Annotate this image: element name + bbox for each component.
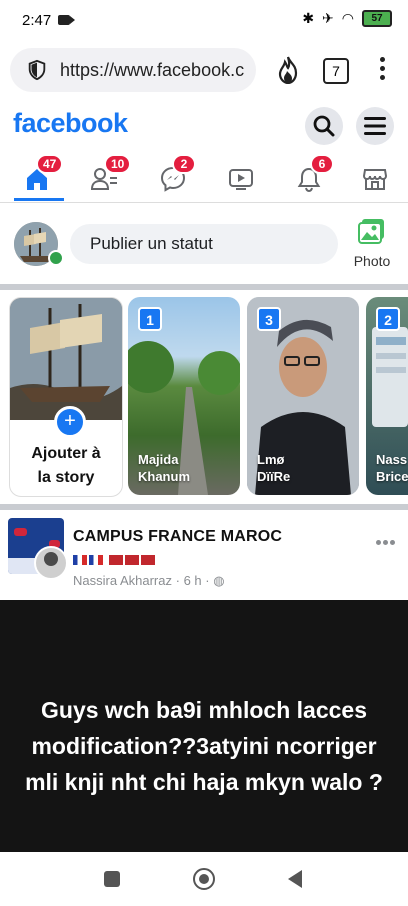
facebook-logo[interactable]: facebook [13, 108, 128, 139]
france-flag-icon [73, 555, 87, 566]
photo-icon [358, 219, 384, 244]
story-count-badge: 3 [257, 307, 281, 331]
battery-icon: 57 [362, 10, 392, 27]
tab-watch[interactable] [228, 160, 262, 194]
shield-icon [28, 59, 46, 81]
story-author-name: Majida Khanum [138, 452, 190, 484]
morocco-flag-icon [124, 555, 139, 566]
bluetooth-icon: ✱ [302, 10, 315, 26]
online-indicator [48, 250, 64, 266]
add-story-label: Ajouter à la story [31, 445, 101, 486]
story-card[interactable]: 3 Lmø DïïRe [247, 297, 359, 495]
back-button[interactable] [288, 870, 302, 888]
airplane-icon: ✈ [322, 10, 334, 26]
post-meta: Nassira Akharraz · 6 h · ◍ [73, 573, 225, 589]
status-composer-input[interactable]: Publier un statut [70, 224, 338, 264]
tabs-count-button[interactable]: 7 [323, 58, 349, 84]
france-flag-icon [89, 555, 103, 566]
notifications-badge: 6 [310, 154, 334, 174]
marketplace-icon [362, 169, 388, 190]
active-tab-indicator [14, 198, 64, 201]
address-bar[interactable]: https://www.facebook.c [10, 48, 256, 92]
add-story-card[interactable]: + Ajouter à la story [9, 297, 123, 497]
tab-notifications[interactable]: 6 [296, 154, 334, 194]
story-count-badge: 2 [376, 307, 400, 331]
avatar-decoration [14, 528, 27, 536]
wifi-icon: ◠ [341, 10, 354, 26]
story-author-name: Lmø DïïRe [257, 452, 291, 484]
url-text: https://www.facebook.c [60, 59, 245, 80]
photo-label: Photo [353, 253, 391, 269]
globe-icon: ◍ [213, 573, 225, 588]
tab-messenger[interactable]: 2 [158, 154, 196, 194]
photo-button[interactable]: Photo [350, 218, 394, 269]
screen-record-icon [58, 15, 75, 25]
post-options-icon[interactable] [376, 532, 398, 545]
tab-home[interactable]: 47 [22, 154, 64, 194]
tab-marketplace[interactable] [362, 160, 396, 194]
tab-friends[interactable]: 10 [90, 154, 132, 194]
messenger-badge: 2 [172, 154, 196, 174]
system-status-bar: 2:47 ✱ ✈ ◠ 57 [0, 0, 408, 42]
story-author-name: Nass Brice [376, 452, 408, 484]
status-icons: ✱ ✈ ◠ 57 [302, 10, 392, 27]
add-story-plus-icon: + [54, 406, 86, 438]
post-time[interactable]: 6 h [184, 573, 202, 588]
post-page-name[interactable]: CAMPUS FRANCE MAROC [73, 528, 282, 546]
post-author[interactable]: Nassira Akharraz [73, 573, 172, 588]
main-menu-button[interactable] [356, 107, 394, 145]
story-card[interactable]: 2 Nass Brice [366, 297, 408, 495]
hamburger-icon [364, 117, 386, 135]
home-button[interactable] [193, 868, 215, 890]
fire-icon[interactable] [276, 56, 300, 84]
morocco-flag-icon [108, 555, 123, 566]
home-badge: 47 [36, 154, 64, 174]
story-count-badge: 1 [138, 307, 162, 331]
author-avatar[interactable] [34, 546, 68, 580]
clock: 2:47 [22, 12, 52, 29]
friends-badge: 10 [104, 154, 132, 174]
search-button[interactable] [305, 107, 343, 145]
browser-menu-icon[interactable] [378, 57, 386, 83]
story-card[interactable]: 1 Majida Khanum [128, 297, 240, 495]
morocco-flag-icon [140, 555, 155, 566]
post-text: Guys wch ba9i mhloch lacces modification… [25, 697, 383, 795]
add-story-image [10, 298, 122, 420]
recent-apps-button[interactable] [104, 871, 120, 887]
post-content[interactable]: Guys wch ba9i mhloch lacces modification… [0, 600, 408, 852]
section-divider [0, 284, 408, 290]
section-divider [0, 504, 408, 510]
flags-row [73, 551, 157, 567]
meta-separator: · [175, 573, 184, 588]
video-icon [229, 169, 253, 190]
search-icon [313, 115, 335, 137]
